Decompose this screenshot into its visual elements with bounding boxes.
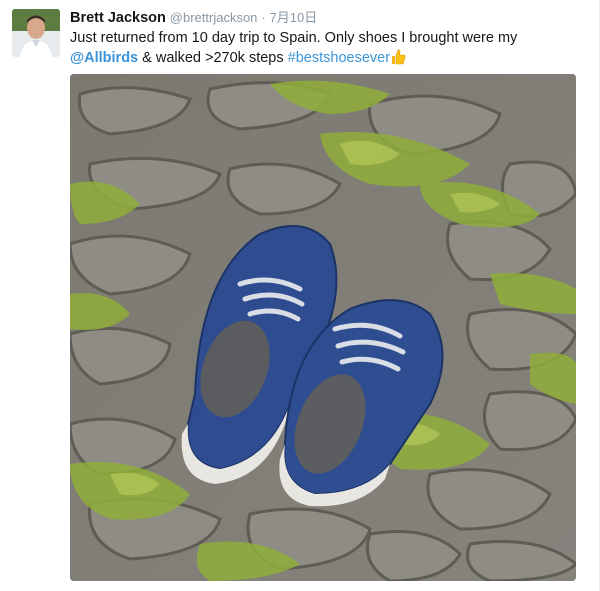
author-handle[interactable]: @brettrjackson <box>170 10 258 25</box>
author-avatar[interactable] <box>12 9 60 57</box>
header-separator: · <box>261 10 266 25</box>
tweet-text-part2: & walked >270k steps <box>138 50 288 66</box>
tweet-header: Brett Jackson @brettrjackson · 7月10日 <box>70 8 579 27</box>
hashtag-link[interactable]: #bestshoesever <box>288 50 390 66</box>
tweet-photo[interactable] <box>70 74 576 581</box>
author-name[interactable]: Brett Jackson <box>70 10 166 26</box>
tweet-card: Brett Jackson @brettrjackson · 7月10日 Jus… <box>0 0 600 591</box>
shoes-on-cobblestones-photo <box>70 74 576 581</box>
avatar-portrait-image <box>12 9 60 57</box>
thumbs-up-icon <box>390 48 406 65</box>
tweet-timestamp[interactable]: 7月10日 <box>270 10 318 25</box>
mention-link[interactable]: @Allbirds <box>70 50 138 66</box>
tweet-text: Just returned from 10 day trip to Spain.… <box>70 28 570 68</box>
tweet-text-part1: Just returned from 10 day trip to Spain.… <box>70 30 518 46</box>
